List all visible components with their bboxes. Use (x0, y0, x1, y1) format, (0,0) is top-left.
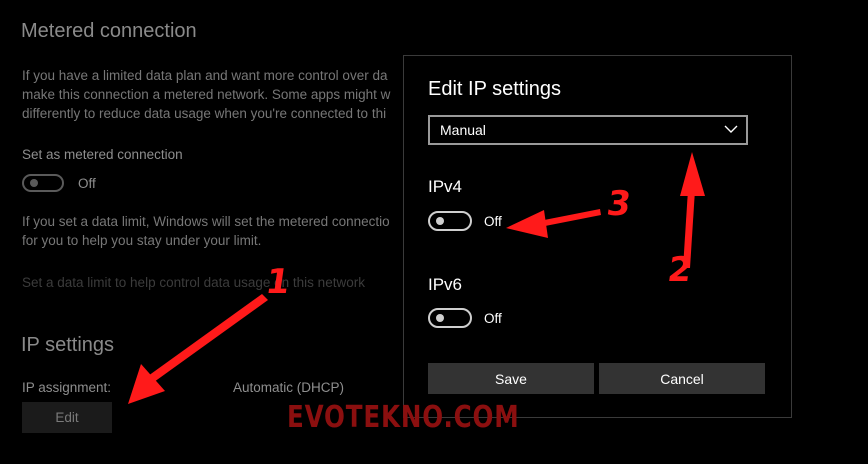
ip-assignment-value: Automatic (DHCP) (233, 380, 345, 395)
metered-description-line: make this connection a metered network. … (22, 87, 391, 102)
edit-ip-button[interactable]: Edit (22, 402, 112, 433)
metered-description: If you have a limited data plan and want… (22, 66, 390, 123)
ip-settings-heading: IP settings (21, 334, 115, 356)
data-limit-description: If you set a data limit, Windows will se… (22, 212, 390, 250)
metered-connection-toggle[interactable] (22, 174, 64, 192)
data-limit-line: for you to help you stay under your limi… (22, 233, 262, 248)
ipv4-toggle[interactable] (428, 211, 472, 231)
edit-ip-settings-dialog: Edit IP settings Manual IPv4 Off IPv6 Of… (403, 55, 792, 418)
ipv6-label: IPv6 (428, 275, 463, 294)
chevron-down-icon (724, 125, 738, 133)
cancel-button[interactable]: Cancel (599, 363, 765, 394)
metered-description-line: If you have a limited data plan and want… (22, 68, 388, 83)
ip-assignment-label: IP assignment: (22, 380, 112, 395)
ipv4-toggle-state: Off (484, 214, 502, 229)
metered-toggle-label: Set as metered connection (22, 147, 183, 162)
toggle-knob (436, 217, 444, 225)
ipv6-toggle[interactable] (428, 308, 472, 328)
data-limit-line: If you set a data limit, Windows will se… (22, 214, 390, 229)
dialog-title: Edit IP settings (428, 78, 562, 100)
toggle-knob (436, 314, 444, 322)
toggle-knob (30, 179, 38, 187)
set-data-limit-link[interactable]: Set a data limit to help control data us… (22, 275, 365, 290)
metered-connection-heading: Metered connection (21, 20, 197, 42)
ipv6-toggle-state: Off (484, 311, 502, 326)
metered-toggle-state: Off (78, 176, 96, 191)
watermark-logo: EVOTEKNO.COM (287, 400, 520, 435)
ipv4-label: IPv4 (428, 177, 463, 196)
ip-mode-dropdown[interactable]: Manual (428, 115, 748, 145)
save-button[interactable]: Save (428, 363, 594, 394)
ip-mode-value: Manual (440, 122, 486, 138)
metered-description-line: differently to reduce data usage when yo… (22, 106, 387, 121)
